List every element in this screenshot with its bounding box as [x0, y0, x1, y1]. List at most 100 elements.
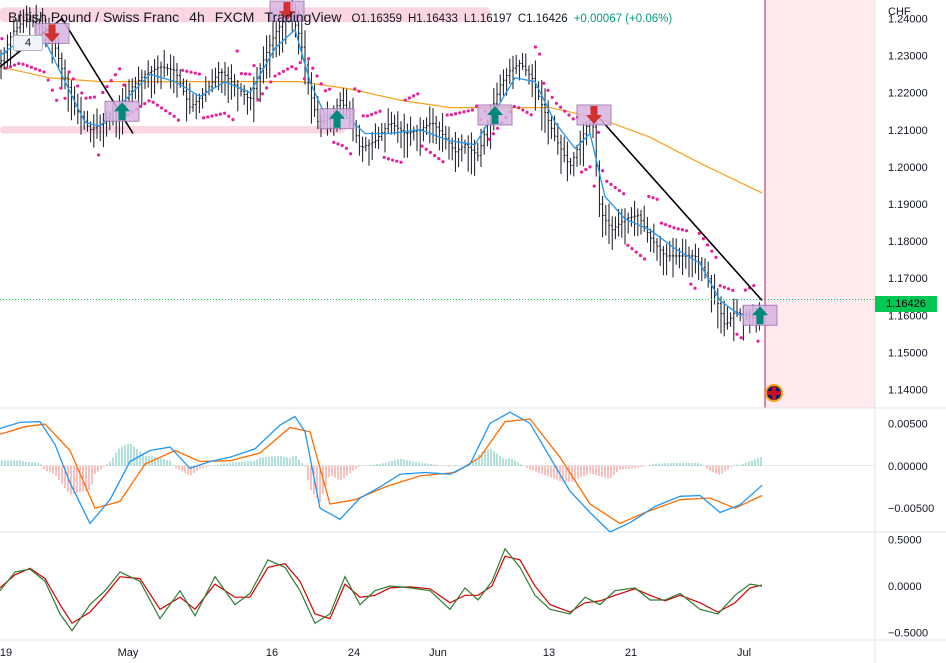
time-axis-label: Jul [737, 647, 751, 659]
symbol-title[interactable]: British Pound / Swiss Franc [8, 9, 179, 25]
trendline [589, 107, 763, 301]
sar-dot [298, 60, 302, 65]
sar-dot [340, 143, 344, 148]
sar-dot [143, 102, 147, 106]
sar-dot [424, 147, 428, 151]
sar-dot [8, 65, 12, 69]
sar-dot [647, 194, 651, 199]
sar-dot [538, 52, 542, 56]
sar-dot [164, 109, 168, 113]
sar-dot [269, 80, 273, 84]
uk-flag-icon[interactable] [765, 384, 783, 402]
high-value: H1.16433 [407, 13, 458, 25]
sar-dot [265, 86, 269, 90]
sar-dot [449, 113, 453, 117]
sar-dot [386, 157, 390, 161]
sar-dot [592, 184, 596, 188]
sar-dot [668, 224, 672, 228]
sar-dot [710, 249, 714, 253]
sar-dot [588, 165, 592, 169]
sar-dot [676, 227, 680, 231]
sar-dot [542, 81, 546, 85]
sar-dot [223, 111, 227, 115]
sar-dot [378, 109, 382, 113]
sar-dot [382, 155, 386, 159]
sar-dot [17, 61, 21, 66]
sar-dot [252, 63, 256, 68]
sar-dot [239, 71, 243, 76]
sar-dot [286, 67, 290, 71]
sar-dot [634, 250, 638, 254]
sar-dot [21, 62, 25, 66]
sar-dot [147, 99, 151, 103]
interval-label[interactable]: 4h [189, 9, 205, 25]
sar-dot [315, 74, 319, 78]
sar-dot [122, 83, 126, 87]
sar-dot [76, 84, 80, 88]
sar-dot [693, 286, 697, 290]
stoch-d-line [0, 555, 763, 625]
sar-dot [227, 114, 231, 118]
price-axis-label: 1.22000 [888, 88, 928, 100]
price-axis-label: 1.16000 [888, 310, 928, 322]
stoch-axis-label: 0.5000 [888, 534, 922, 546]
sar-dot [441, 160, 445, 164]
sar-dot [580, 170, 584, 174]
sar-dot [752, 283, 756, 288]
sar-dot [176, 118, 180, 122]
sar-dot [302, 77, 306, 81]
stoch-axis-label: −0.5000 [888, 628, 928, 640]
sar-dot [290, 65, 294, 69]
indicator-count-badge[interactable]: 4 [13, 35, 43, 51]
price-axis-label: 1.21000 [888, 125, 928, 137]
sar-dot [550, 95, 554, 99]
sar-dot [466, 109, 470, 113]
sar-dot [374, 111, 378, 115]
sar-dot [113, 73, 117, 77]
sar-dot [34, 67, 38, 71]
sar-dot [433, 153, 437, 158]
sar-dot [256, 98, 260, 102]
sar-dot [101, 90, 105, 95]
sar-dot [609, 182, 613, 186]
sar-dot [231, 118, 235, 122]
sar-dot [38, 68, 42, 72]
sar-dot [197, 72, 201, 76]
price-axis-label: 1.20000 [888, 162, 928, 174]
macd-signal-line [0, 418, 763, 525]
sar-dot [399, 160, 403, 164]
sar-dot [71, 77, 75, 81]
sar-dot [185, 69, 189, 73]
last-price-tag: 1.16426 [875, 296, 937, 312]
sar-dot [168, 111, 172, 116]
change-value: +0.00067 (+0.06%) [573, 13, 673, 25]
sar-dot [59, 86, 63, 90]
macd-line [0, 411, 763, 533]
sar-dot [46, 78, 50, 82]
sar-dot [55, 98, 59, 102]
sar-dot [349, 152, 353, 156]
sar-dot [651, 196, 655, 200]
sar-dot [743, 288, 748, 292]
sar-dot [706, 243, 710, 247]
sar-dot [470, 108, 474, 112]
sar-dot [407, 96, 411, 100]
sar-dot [571, 117, 575, 121]
sar-dot [391, 158, 395, 162]
sar-dot [638, 253, 643, 258]
sar-dot [664, 223, 668, 227]
price-axis-label: 1.18000 [888, 236, 928, 248]
sar-dot [630, 247, 634, 251]
sar-dot [714, 255, 718, 260]
chart-canvas[interactable]: 1.240001.230001.220001.210001.200001.190… [0, 0, 946, 663]
sar-dot [722, 285, 727, 289]
sar-dot [458, 111, 462, 115]
source-label: TradingView [264, 9, 342, 25]
sar-dot [67, 70, 71, 74]
close-value: C1.16426 [517, 13, 568, 25]
sar-dot [731, 288, 735, 292]
sar-dot [202, 116, 206, 120]
sar-dot [517, 106, 521, 110]
sar-dot [512, 104, 517, 109]
sar-dot [319, 82, 323, 86]
